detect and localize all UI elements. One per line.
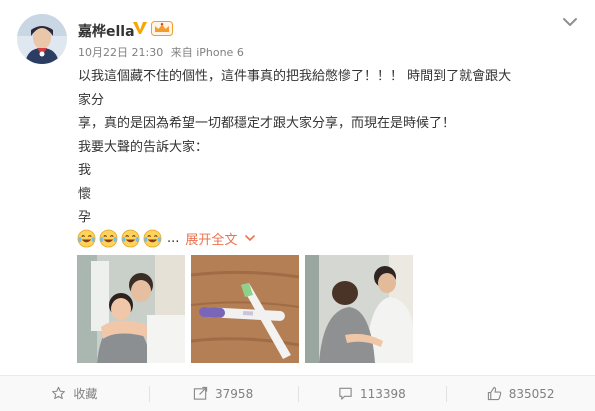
comment-button[interactable]: 113398: [297, 384, 447, 404]
forward-count: 37958: [215, 386, 254, 401]
laughing-tears-emoji-icon: [143, 229, 162, 247]
post-source: 来自 iPhone 6: [170, 46, 244, 59]
post-line: 懷: [78, 186, 92, 202]
laughing-tears-emoji-icon: [121, 229, 140, 247]
post-line: 享，真的是因為希望一切都穩定才跟大家分享，而現在是時候了！: [78, 116, 456, 131]
share-icon: [193, 386, 208, 400]
member-crown-icon[interactable]: [151, 21, 173, 36]
verified-v-icon: [133, 22, 147, 34]
post-line: 孕: [78, 210, 92, 225]
expand-label[interactable]: 展开全文: [185, 229, 237, 248]
laughing-tears-emoji-icon: [99, 229, 118, 247]
expand-full-text-link[interactable]: 展开全文: [185, 229, 256, 248]
post-meta: 10月22日 21:30 来自 iPhone 6: [78, 44, 248, 60]
post-line: 以我這個藏不住的個性，這件事真的把我給憋慘了！！！ 時間到了就會跟大家分: [78, 69, 512, 108]
post-time[interactable]: 10月22日 21:30: [78, 46, 163, 59]
couple-hug-photo[interactable]: [77, 255, 185, 363]
action-bar: 收藏 37958 113398 835052: [0, 375, 595, 411]
avatar[interactable]: [17, 14, 67, 64]
comment-count: 113398: [359, 386, 406, 401]
weibo-post-card: 嘉桦ella 10月22日 21:30 来自 iPhone 6 以我這個藏不住的…: [0, 0, 595, 411]
like-button[interactable]: 835052: [446, 384, 595, 404]
couple-hug-photo-2[interactable]: [305, 255, 413, 363]
thumbs-up-icon: [487, 386, 501, 401]
ellipsis: ...: [167, 230, 180, 246]
post-line: 我要大聲的告訴大家：: [78, 139, 209, 155]
emoji-row: ... 展开全文: [77, 228, 256, 248]
post-line: 我: [78, 163, 92, 178]
forward-button[interactable]: 37958: [148, 384, 298, 404]
chevron-down-icon[interactable]: [560, 14, 580, 30]
favorite-label: 收藏: [73, 387, 98, 401]
comment-icon: [339, 387, 352, 400]
chevron-down-icon[interactable]: [245, 234, 256, 242]
favorite-button[interactable]: 收藏: [0, 384, 149, 404]
username[interactable]: 嘉桦ella: [78, 21, 135, 41]
like-count: 835052: [508, 386, 555, 401]
laughing-tears-emoji-icon: [77, 229, 96, 247]
pregnancy-test-photo[interactable]: [191, 255, 299, 363]
star-icon: [52, 386, 66, 400]
post-text: 以我這個藏不住的個性，這件事真的把我給憋慘了！！！ 時間到了就會跟大家分 享，真…: [78, 65, 518, 253]
